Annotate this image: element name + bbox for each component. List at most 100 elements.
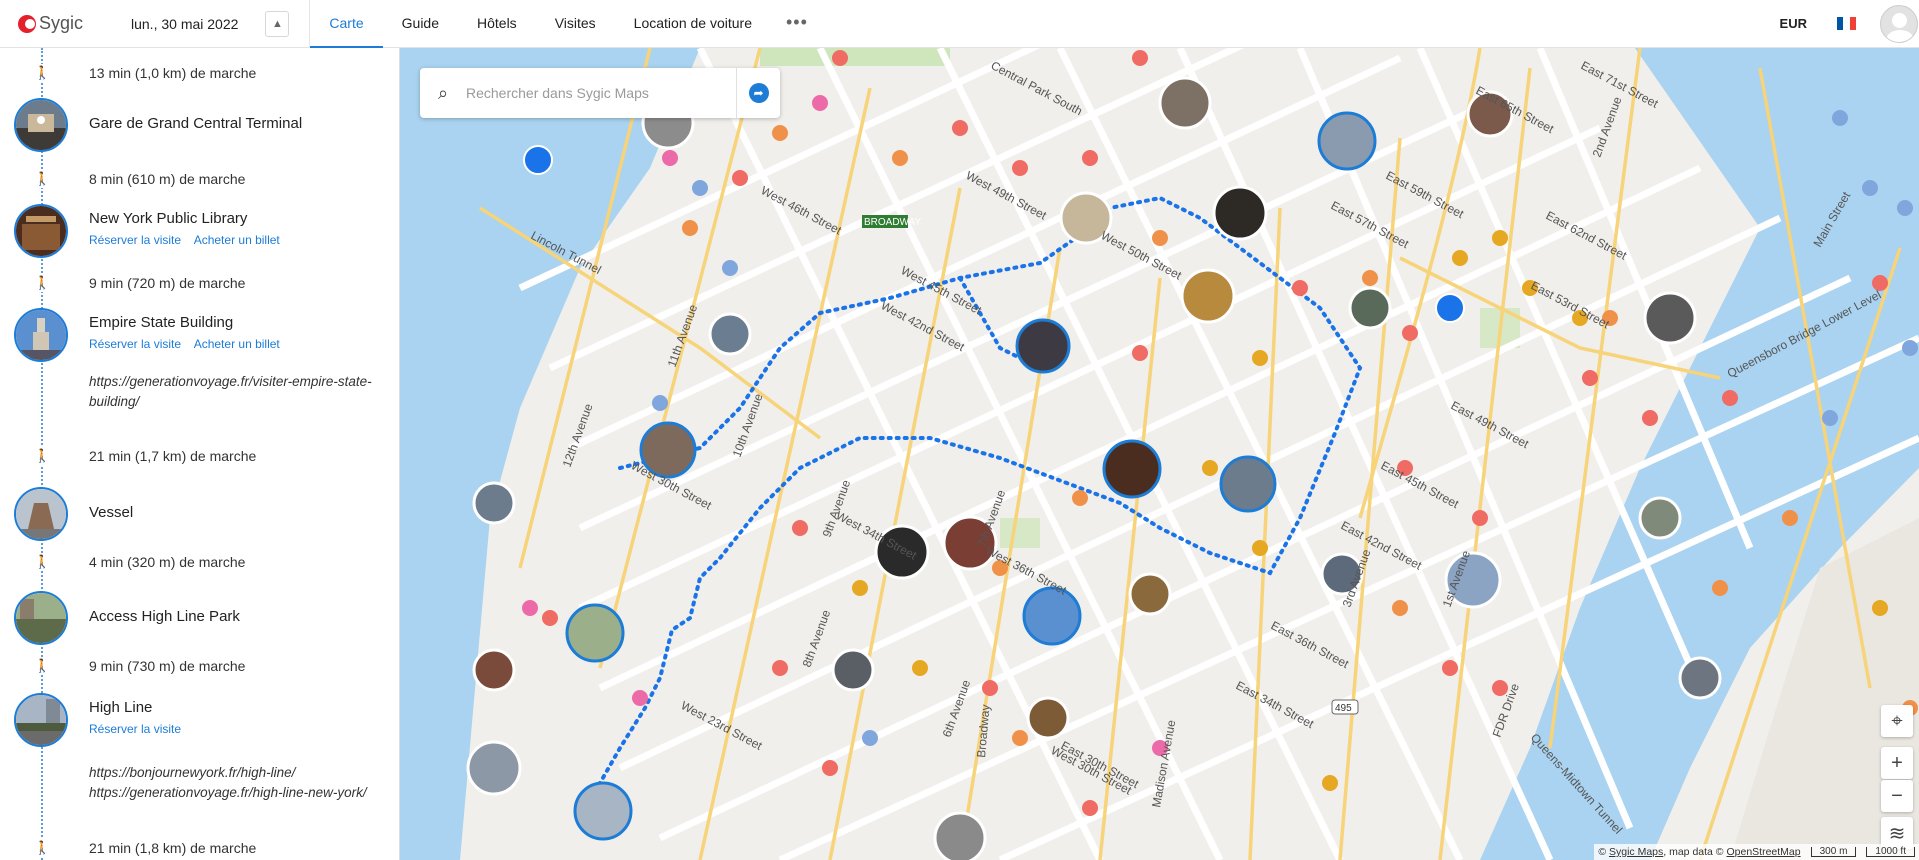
broadway-sign-label: BROADWAY — [864, 217, 922, 228]
zoom-out-button[interactable]: − — [1881, 780, 1913, 812]
street-label: East 36th Street — [1269, 618, 1352, 671]
buy-ticket-link[interactable]: Acheter un billet — [194, 233, 280, 247]
street-label: 8th Avenue — [800, 608, 834, 669]
walking-icon: 🚶 — [34, 657, 51, 675]
scale-metric: 300 m — [1810, 847, 1857, 857]
scale-imperial: 1000 ft — [1866, 847, 1915, 857]
top-right-tools: EUR — [1780, 4, 1919, 43]
stop-photo[interactable] — [14, 98, 68, 152]
collapse-button[interactable]: ▲ — [265, 10, 290, 37]
stop-note: https://bonjournewyork.fr/high-line/ — [89, 765, 296, 780]
stop-photo[interactable] — [14, 591, 68, 645]
walk-segment: 🚶 21 min (1,8 km) de marche — [0, 838, 399, 858]
walking-icon: 🚶 — [34, 447, 51, 465]
stop-title[interactable]: Access High Line Park — [89, 608, 240, 625]
street-label: Broadway — [974, 704, 993, 758]
walking-icon: 🚶 — [34, 170, 51, 188]
sygic-logo[interactable]: Sygic — [18, 13, 98, 34]
tab-visites[interactable]: Visites — [536, 0, 615, 48]
walk-segment: 🚶 8 min (610 m) de marche — [0, 169, 399, 189]
stop-photo[interactable] — [14, 308, 68, 362]
road-shield: 495 — [1331, 699, 1359, 715]
street-label: West 46th Street — [759, 183, 845, 238]
stop-title[interactable]: High Line — [89, 699, 152, 716]
locate-icon: ⌖ — [1891, 709, 1903, 732]
walking-icon: 🚶 — [34, 839, 51, 857]
locate-button[interactable]: ⌖ — [1881, 705, 1913, 737]
walk-text: 4 min (320 m) de marche — [89, 554, 246, 570]
street-label: West 50th Street — [1099, 228, 1185, 283]
top-bar: Sygic lun., 30 mai 2022 ▲ Carte Guide Hô… — [0, 0, 1919, 48]
walk-segment: 🚶 9 min (720 m) de marche — [0, 273, 399, 293]
central-park — [760, 48, 950, 66]
buy-ticket-link[interactable]: Acheter un billet — [194, 337, 280, 351]
logo-text: Sygic — [39, 13, 84, 33]
map-search-bar: ⌕ ➦ — [420, 68, 780, 118]
itinerary-sidebar[interactable]: 🚶 13 min (1,0 km) de marche Gare de Gran… — [0, 48, 400, 860]
stop-title[interactable]: New York Public Library — [89, 210, 247, 227]
stop-actions: Réserver la visite — [89, 722, 191, 736]
road-shield-label: 495 — [1335, 703, 1352, 714]
walk-segment: 🚶 4 min (320 m) de marche — [0, 552, 399, 572]
vessel-photo — [16, 489, 66, 539]
search-input[interactable] — [466, 78, 736, 108]
library-photo — [16, 206, 66, 256]
book-visit-link[interactable]: Réserver la visite — [89, 337, 181, 351]
user-avatar[interactable] — [1880, 4, 1918, 43]
sygic-logo-icon — [18, 14, 36, 33]
search-icon[interactable]: ⌕ — [420, 68, 466, 118]
more-menu-button[interactable]: ••• — [771, 0, 823, 48]
grand-central-photo — [16, 100, 66, 150]
walking-icon: 🚶 — [34, 274, 51, 292]
walk-segment: 🚶 9 min (730 m) de marche — [0, 656, 399, 676]
attribution-prefix: © — [1598, 846, 1607, 858]
book-visit-link[interactable]: Réserver la visite — [89, 722, 181, 736]
zoom-in-button[interactable]: + — [1881, 747, 1913, 779]
directions-icon: ➦ — [748, 83, 769, 103]
flag-stripe-red — [1849, 17, 1856, 30]
street-label: 9th Avenue — [820, 478, 854, 539]
walk-text: 9 min (730 m) de marche — [89, 658, 246, 674]
high-line-photo — [16, 695, 66, 745]
high-line-access-photo — [16, 593, 66, 643]
sygic-maps-link[interactable]: Sygic Maps — [1609, 846, 1663, 858]
trip-date[interactable]: lun., 30 mai 2022 — [131, 16, 238, 32]
stop-photo[interactable] — [14, 693, 68, 747]
map-canvas[interactable]: West 42nd Street West 45th Street West 4… — [400, 48, 1919, 860]
book-visit-link[interactable]: Réserver la visite — [89, 233, 181, 247]
layers-icon: ≋ — [1888, 822, 1906, 845]
stop-title[interactable]: Gare de Grand Central Terminal — [89, 115, 302, 132]
walk-text: 8 min (610 m) de marche — [89, 171, 246, 187]
language-flag-icon[interactable] — [1837, 17, 1856, 30]
park-area — [1000, 518, 1040, 548]
stop-title[interactable]: Vessel — [89, 504, 133, 521]
walk-text: 13 min (1,0 km) de marche — [89, 65, 257, 81]
directions-button[interactable]: ➦ — [736, 68, 780, 118]
openstreetmap-link[interactable]: OpenStreetMap — [1726, 846, 1800, 858]
tab-hotels[interactable]: Hôtels — [458, 0, 536, 48]
stop-actions: Réserver la visite Acheter un billet — [89, 337, 290, 351]
walk-text: 21 min (1,7 km) de marche — [89, 448, 257, 464]
tab-location-voiture[interactable]: Location de voiture — [615, 0, 771, 48]
chevron-up-icon: ▲ — [271, 17, 283, 30]
attribution-mid: , map data © — [1663, 846, 1724, 858]
broadway-sign: BROADWAY — [862, 215, 922, 228]
stop-actions: Réserver la visite Acheter un billet — [89, 233, 290, 247]
tab-guide[interactable]: Guide — [383, 0, 458, 48]
stop-photo[interactable] — [14, 487, 68, 541]
empire-state-photo — [16, 310, 66, 360]
map-view[interactable]: West 42nd Street West 45th Street West 4… — [400, 48, 1919, 860]
stop-note: https://generationvoyage.fr/visiter-empi… — [89, 374, 372, 409]
walk-text: 21 min (1,8 km) de marche — [89, 840, 257, 856]
tab-carte[interactable]: Carte — [310, 0, 383, 48]
currency-selector[interactable]: EUR — [1780, 16, 1807, 31]
walk-text: 9 min (720 m) de marche — [89, 275, 246, 291]
stop-note: https://generationvoyage.fr/high-line-ne… — [89, 785, 367, 800]
walk-segment: 🚶 13 min (1,0 km) de marche — [0, 63, 399, 83]
walking-icon: 🚶 — [34, 64, 51, 82]
street-label: 6th Avenue — [940, 678, 974, 739]
stop-photo[interactable] — [14, 204, 68, 258]
map-attribution: © Sygic Maps, map data © OpenStreetMap 3… — [1594, 844, 1919, 860]
stop-title[interactable]: Empire State Building — [89, 314, 233, 331]
walk-segment: 🚶 21 min (1,7 km) de marche — [0, 446, 399, 466]
